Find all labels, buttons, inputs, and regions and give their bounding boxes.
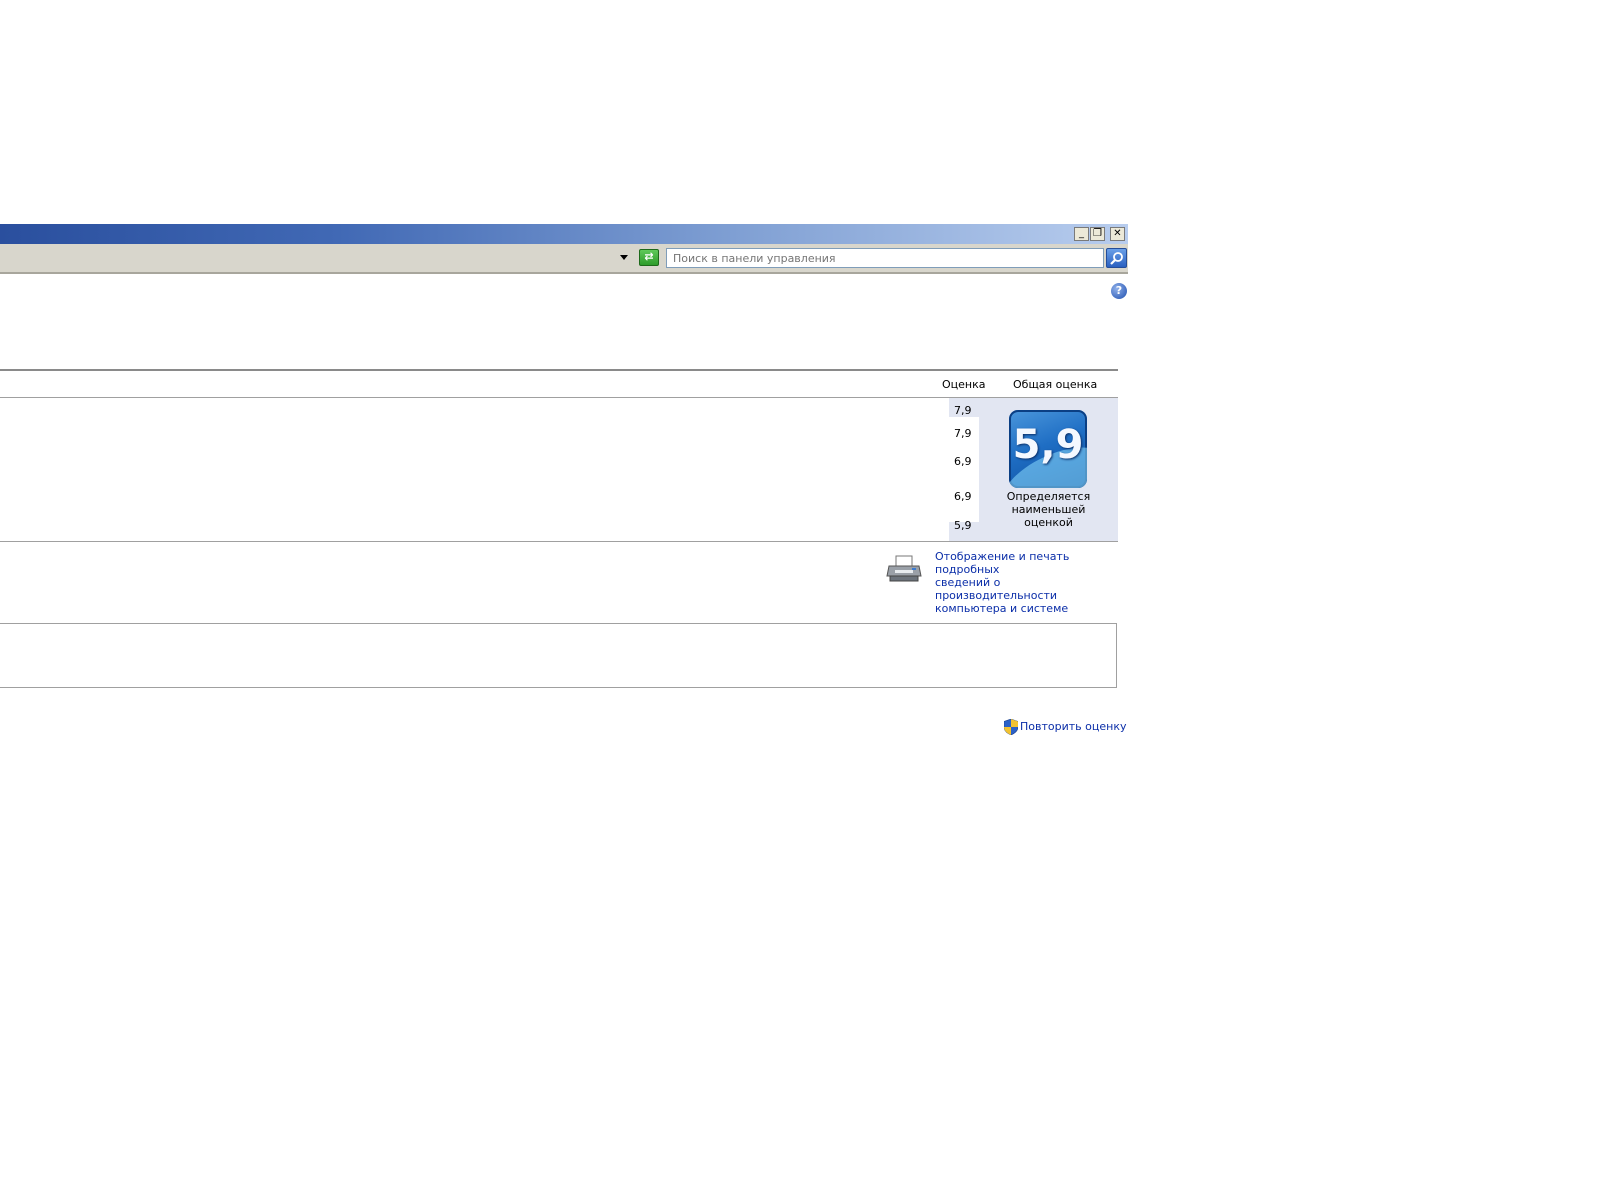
minimize-icon: _: [1079, 228, 1084, 239]
uac-shield-icon: [1004, 719, 1018, 735]
go-button[interactable]: ⇄: [639, 249, 659, 266]
rerun-assessment-link[interactable]: Повторить оценку: [1020, 720, 1126, 733]
overall-caption-line: наименьшей: [1011, 503, 1086, 516]
score-value: 7,9: [954, 404, 972, 417]
restore-button[interactable]: ❐: [1090, 227, 1105, 241]
close-icon: ✕: [1113, 228, 1122, 239]
minimize-button[interactable]: _: [1074, 227, 1089, 241]
overall-score-value: 5,9: [1012, 422, 1084, 468]
overall-caption-line: оценкой: [1024, 516, 1073, 529]
overall-caption-line: Определяется: [1006, 490, 1091, 503]
printer-icon[interactable]: [886, 554, 922, 584]
score-value: 5,9: [954, 519, 972, 532]
restore-icon: ❐: [1093, 228, 1102, 239]
overall-score-caption: Определяется наименьшей оценкой: [979, 490, 1118, 529]
magnifier-icon: [1110, 252, 1123, 265]
address-dropdown-arrow-icon[interactable]: [620, 255, 628, 260]
print-link-line: компьютера и системе: [935, 602, 1069, 615]
info-panel-box: [0, 623, 1117, 688]
print-link-line: сведений о производительности: [935, 576, 1058, 602]
search-button[interactable]: [1106, 248, 1127, 268]
score-value: 6,9: [954, 455, 972, 468]
column-header-overall: Общая оценка: [1013, 378, 1098, 391]
column-header-score: Оценка: [942, 378, 986, 391]
search-input[interactable]: [666, 248, 1104, 268]
table-top-divider: [0, 369, 1118, 371]
address-toolbar: ⇄: [0, 244, 1128, 274]
print-link-line: Отображение и печать подробных: [935, 550, 1070, 576]
score-value: 7,9: [954, 427, 972, 440]
score-value: 6,9: [954, 490, 972, 503]
title-bar[interactable]: _ ❐ ✕: [0, 224, 1128, 244]
refresh-arrows-icon: ⇄: [644, 250, 654, 263]
close-button[interactable]: ✕: [1110, 227, 1125, 241]
print-details-link[interactable]: Отображение и печать подробных сведений …: [935, 550, 1125, 615]
overall-score-panel: 5,9 Определяется наименьшей оценкой: [979, 398, 1118, 541]
help-icon[interactable]: ?: [1111, 283, 1127, 299]
control-panel-window: _ ❐ ✕ ⇄ ? Оценка Общая оценка 7,9 7,9 6,…: [0, 224, 1128, 744]
table-bottom-divider: [0, 541, 1118, 542]
overall-score-badge: 5,9: [1009, 410, 1087, 488]
